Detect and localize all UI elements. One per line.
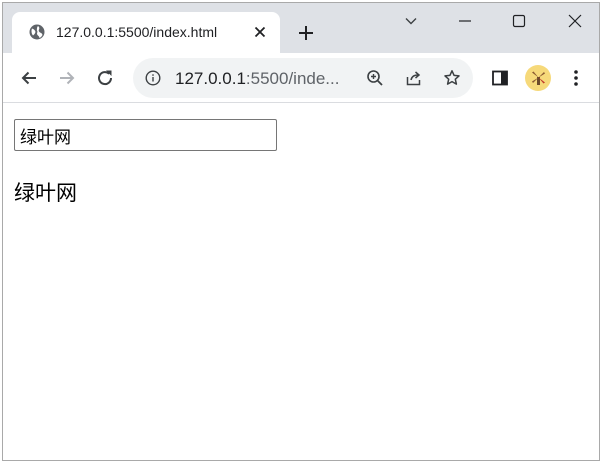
tab-active[interactable]: 127.0.0.1:5500/index.html	[12, 12, 280, 53]
share-icon[interactable]	[404, 68, 424, 88]
bookmark-star-icon[interactable]	[442, 68, 462, 88]
site-info-icon[interactable]	[145, 70, 161, 86]
new-tab-icon[interactable]	[295, 22, 317, 44]
url-path: :5500/inde...	[245, 69, 340, 88]
globe-icon	[29, 24, 45, 40]
text-input[interactable]	[14, 119, 277, 151]
browser-toolbar: 127.0.0.1:5500/inde...	[3, 53, 599, 103]
close-window-icon[interactable]	[563, 9, 587, 33]
address-bar[interactable]: 127.0.0.1:5500/inde...	[133, 58, 473, 98]
page-text: 绿叶网	[14, 181, 77, 205]
profile-avatar[interactable]	[525, 65, 551, 91]
windmill-icon	[532, 71, 545, 85]
page-content: 绿叶网	[3, 104, 599, 460]
side-panel-icon[interactable]	[488, 66, 512, 90]
tab-title: 127.0.0.1:5500/index.html	[56, 24, 218, 40]
forward-arrow-icon[interactable]	[55, 66, 79, 90]
url-host: 127.0.0.1	[175, 69, 246, 88]
browser-window: 127.0.0.1:5500/index.html 127.0.0.1:5500…	[2, 2, 600, 461]
more-menu-icon[interactable]	[564, 66, 588, 90]
maximize-icon[interactable]	[507, 9, 531, 33]
close-tab-icon[interactable]	[250, 22, 270, 42]
back-arrow-icon[interactable]	[17, 66, 41, 90]
reload-icon[interactable]	[93, 66, 117, 90]
tab-strip: 127.0.0.1:5500/index.html	[3, 3, 599, 53]
url-text[interactable]: 127.0.0.1:5500/inde...	[175, 69, 339, 89]
tab-search-chevron-icon[interactable]	[399, 9, 423, 33]
minimize-icon[interactable]	[453, 9, 477, 33]
zoom-icon[interactable]	[365, 68, 385, 88]
